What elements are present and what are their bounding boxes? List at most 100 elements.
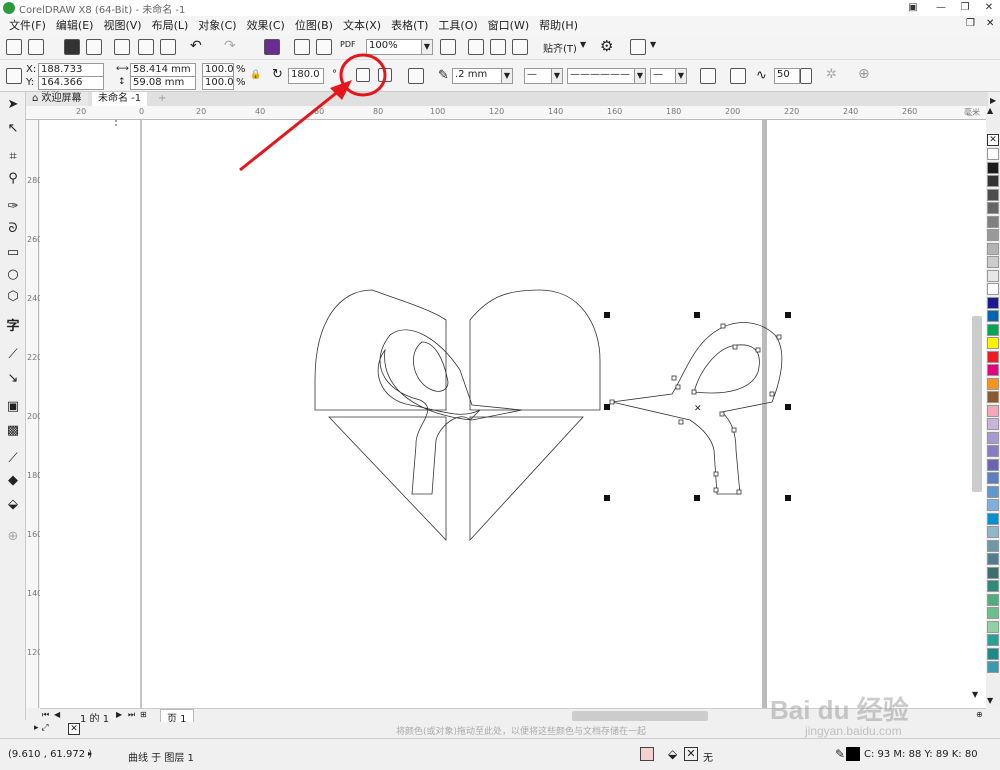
color-swatch[interactable] <box>987 337 999 349</box>
next-page-button[interactable]: ▶ <box>116 710 122 719</box>
x-position-field[interactable]: 188.733 mm <box>38 63 104 87</box>
prev-page-button[interactable]: ◀ <box>54 710 60 719</box>
add-tool-icon[interactable]: ⊕ <box>4 528 22 546</box>
line-style-selector[interactable]: —————— <box>567 68 635 84</box>
color-swatch[interactable] <box>987 472 999 484</box>
color-swatch[interactable] <box>987 458 999 471</box>
text-wrap-icon[interactable] <box>730 68 746 84</box>
last-page-button[interactable]: ⏭ <box>128 710 135 720</box>
start-arrowhead-selector[interactable]: — <box>524 68 552 84</box>
scale-width-field[interactable]: 100.0 <box>202 63 234 77</box>
close-button[interactable]: ✕ <box>976 0 1000 16</box>
color-swatch[interactable] <box>987 283 999 295</box>
docker-expand-arrow[interactable]: ▶ <box>990 96 996 105</box>
status-arrow-icon[interactable]: ▸ <box>88 749 92 758</box>
horizontal-scrollbar-thumb[interactable] <box>572 711 708 721</box>
print-icon[interactable] <box>86 39 102 55</box>
menu-object[interactable]: 对象(C) <box>193 17 241 33</box>
fill-bucket-icon[interactable]: ⬙ <box>668 747 677 761</box>
open-folder-icon[interactable] <box>28 39 44 55</box>
line-style-dropdown[interactable]: ▼ <box>634 68 646 84</box>
color-swatch[interactable] <box>987 215 999 228</box>
color-swatch[interactable] <box>987 445 999 457</box>
color-swatch[interactable] <box>987 404 999 417</box>
color-swatch[interactable] <box>987 607 999 619</box>
show-grid-icon[interactable] <box>490 39 506 55</box>
artistic-media-tool-icon[interactable]: ᘐ <box>4 220 22 238</box>
color-swatch[interactable] <box>987 634 999 646</box>
show-rulers-icon[interactable] <box>468 39 484 55</box>
color-swatch[interactable] <box>987 202 999 214</box>
first-page-button[interactable]: ⏮ <box>42 710 49 720</box>
color-swatch[interactable] <box>987 323 999 336</box>
pick-tool-icon[interactable]: ➤ <box>4 96 22 114</box>
color-swatch[interactable] <box>987 512 999 525</box>
smart-fill-tool-icon[interactable]: ⬙ <box>4 496 22 514</box>
cut-icon[interactable] <box>114 39 130 55</box>
tab-welcome[interactable]: ⌂ 欢迎屏幕 <box>26 92 88 106</box>
lock-ratio-icon[interactable]: 🔒 <box>250 70 261 80</box>
color-swatch[interactable] <box>987 148 999 160</box>
polygon-tool-icon[interactable]: ⬡ <box>4 288 22 306</box>
outline-width-dropdown[interactable]: ▼ <box>501 68 513 84</box>
eyedropper-tool-icon[interactable]: ⟋ <box>4 450 22 468</box>
color-swatch[interactable] <box>987 580 999 592</box>
publish-pdf-icon[interactable]: PDF <box>340 40 356 49</box>
account-icon[interactable]: ▣ <box>900 0 926 16</box>
crop-tool-icon[interactable]: ⌗ <box>4 148 22 166</box>
object-origin-icon[interactable] <box>6 68 22 84</box>
menu-edit[interactable]: 编辑(E) <box>51 17 99 33</box>
copy-icon[interactable] <box>138 39 154 55</box>
color-swatch[interactable] <box>987 364 999 376</box>
application-launcher-icon[interactable] <box>630 39 646 55</box>
fill-none-swatch[interactable]: ✕ <box>684 747 698 761</box>
transparency-tool-icon[interactable]: ▩ <box>4 422 22 440</box>
scale-height-field[interactable]: 100.0 <box>202 76 234 90</box>
menu-window[interactable]: 窗口(W) <box>483 17 534 33</box>
quick-customize-icon[interactable]: ✲ <box>826 67 837 82</box>
menu-effects[interactable]: 效果(C) <box>242 17 290 33</box>
color-swatch[interactable] <box>987 661 999 673</box>
show-guidelines-icon[interactable] <box>512 39 528 55</box>
rectangle-tool-icon[interactable]: ▭ <box>4 244 22 262</box>
no-color-swatch[interactable]: ✕ <box>987 134 999 146</box>
restore-button[interactable]: ❐ <box>952 0 978 16</box>
color-swatch[interactable] <box>987 620 999 633</box>
minimize-button[interactable]: — <box>928 0 954 16</box>
doc-palette-no-color[interactable]: ✕ <box>68 723 80 735</box>
outline-pen-icon[interactable]: ✎ <box>835 747 845 761</box>
full-screen-icon[interactable] <box>440 39 456 55</box>
smoothing-slider-button[interactable] <box>800 68 812 84</box>
menu-text[interactable]: 文本(X) <box>338 17 386 33</box>
shape-tool-icon[interactable]: ↖ <box>4 120 22 138</box>
mirror-vertical-icon[interactable] <box>378 68 392 82</box>
doc-palette-options-icon[interactable]: ▸ ⤢ <box>34 723 49 733</box>
add-toolbar-icon[interactable]: ⊕ <box>858 66 870 82</box>
outline-color-swatch[interactable] <box>846 747 860 761</box>
zoom-navigator-icon[interactable]: ⊕ <box>976 710 983 719</box>
zoom-level-field[interactable]: 100% <box>366 39 422 55</box>
color-swatch[interactable] <box>987 175 999 187</box>
ribbon-restore-icon[interactable]: ❐ <box>966 18 975 29</box>
color-swatch[interactable] <box>987 229 999 241</box>
save-icon[interactable] <box>64 39 80 55</box>
launcher-dropdown-arrow[interactable]: ▼ <box>650 40 656 49</box>
color-swatch[interactable] <box>987 391 999 403</box>
add-page-button[interactable]: ⊞ <box>140 710 147 719</box>
freehand-tool-icon[interactable]: ✑ <box>4 198 22 216</box>
align-distribute-icon[interactable] <box>408 68 424 84</box>
zoom-tool-icon[interactable]: ⚲ <box>4 170 22 188</box>
color-settings-icon[interactable] <box>640 747 654 761</box>
color-swatch[interactable] <box>987 526 999 538</box>
mirror-horizontal-icon[interactable] <box>356 68 370 82</box>
color-swatch[interactable] <box>987 188 999 201</box>
rotation-angle-field[interactable]: 180.0 <box>288 68 324 84</box>
drop-shadow-tool-icon[interactable]: ▣ <box>4 398 22 416</box>
outline-width-field[interactable]: .2 mm <box>452 68 502 84</box>
menu-bitmaps[interactable]: 位图(B) <box>290 17 338 33</box>
color-swatch[interactable] <box>987 485 999 498</box>
menu-help[interactable]: 帮助(H) <box>534 17 583 33</box>
color-swatch[interactable] <box>987 647 999 660</box>
export-icon[interactable] <box>316 39 332 55</box>
height-field[interactable]: 59.08 mm <box>130 76 196 90</box>
